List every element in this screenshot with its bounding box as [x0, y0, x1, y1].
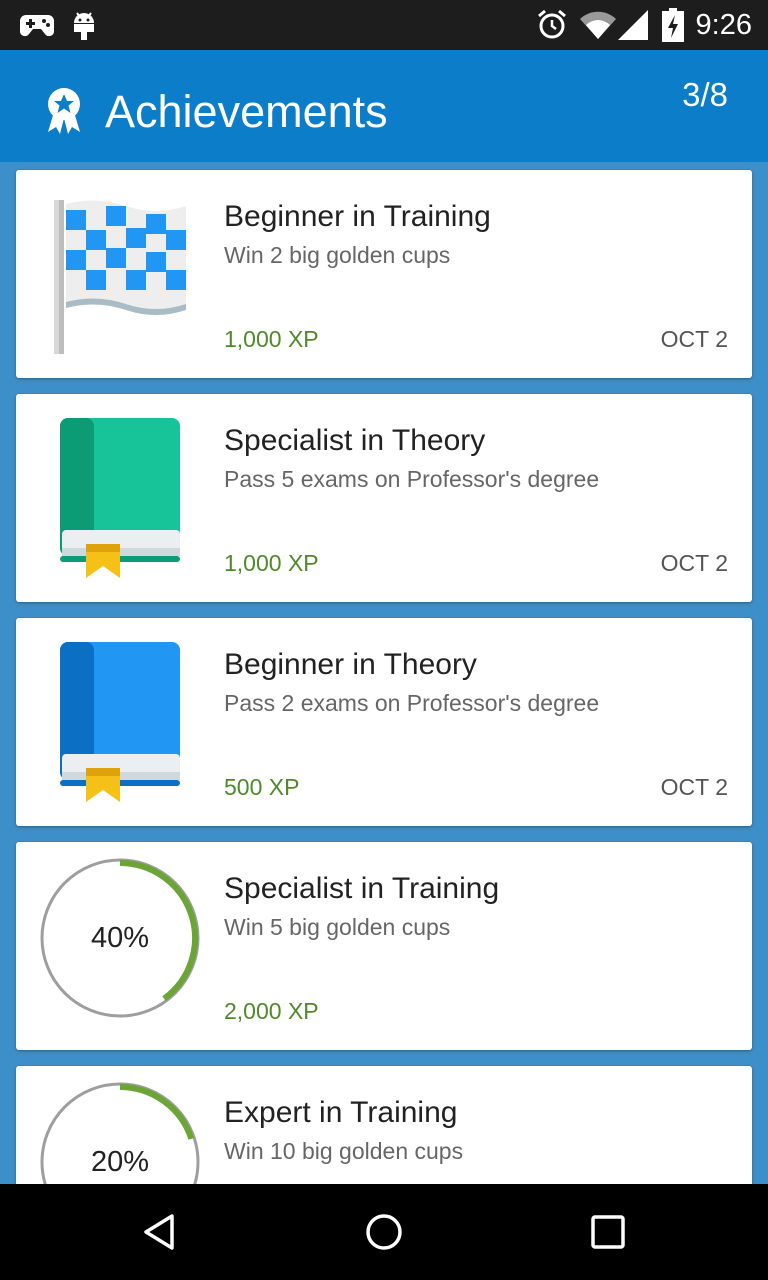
achievement-xp: 2,000 XP [224, 998, 319, 1024]
gamepad-icon [20, 0, 54, 50]
achievement-card[interactable]: 20% Expert in Training Win 10 big golden… [16, 1066, 752, 1184]
achievement-description: Pass 2 exams on Professor's degree [224, 690, 600, 716]
achievement-name: Beginner in Training [224, 200, 491, 233]
navigation-bar [0, 1184, 768, 1280]
progress-percent: 20% [90, 1145, 150, 1178]
achievement-xp: 1,000 XP [224, 550, 319, 576]
wifi-icon [580, 0, 616, 50]
achievement-xp: 1,000 XP [224, 326, 319, 352]
achievement-count: 3/8 [682, 76, 728, 113]
back-icon[interactable] [112, 1184, 208, 1280]
clock-time: 9:26 [695, 8, 752, 41]
achievement-date: OCT 2 [660, 550, 728, 576]
progress-ring: 20% [40, 1082, 200, 1184]
achievement-list[interactable]: Beginner in Training Win 2 big golden cu… [0, 162, 768, 1184]
achievement-xp: 500 XP [224, 774, 300, 800]
achievement-card[interactable]: Beginner in Training Win 2 big golden cu… [16, 170, 752, 378]
achievement-name: Specialist in Training [224, 872, 500, 905]
checkered-flag-icon [40, 186, 200, 362]
achievement-description: Win 2 big golden cups [224, 242, 451, 268]
android-icon [72, 0, 96, 50]
award-ribbon-icon[interactable] [42, 86, 86, 139]
home-icon[interactable] [336, 1184, 432, 1280]
blue-book-icon [40, 634, 200, 810]
achievement-name: Specialist in Theory [224, 424, 486, 457]
achievement-date: OCT 2 [660, 774, 728, 800]
green-book-icon [40, 410, 200, 586]
alarm-icon [536, 0, 568, 50]
battery-charging-icon [662, 0, 684, 50]
app-bar: Achievements 3/8 [0, 50, 768, 176]
status-bar: 9:26 [0, 0, 768, 50]
cell-signal-icon [618, 0, 648, 50]
progress-percent: 40% [90, 921, 150, 954]
progress-ring: 40% [40, 858, 200, 1034]
achievement-description: Win 10 big golden cups [224, 1138, 464, 1164]
recents-icon[interactable] [560, 1184, 656, 1280]
achievement-description: Pass 5 exams on Professor's degree [224, 466, 600, 492]
achievement-card[interactable]: Specialist in Theory Pass 5 exams on Pro… [16, 394, 752, 602]
achievement-date: OCT 2 [660, 326, 728, 352]
achievement-name: Expert in Training [224, 1096, 458, 1129]
achievement-card[interactable]: 40% Specialist in Training Win 5 big gol… [16, 842, 752, 1050]
achievement-card[interactable]: Beginner in Theory Pass 2 exams on Profe… [16, 618, 752, 826]
achievement-name: Beginner in Theory [224, 648, 477, 681]
page-title: Achievements [105, 86, 388, 137]
achievement-description: Win 5 big golden cups [224, 914, 451, 940]
